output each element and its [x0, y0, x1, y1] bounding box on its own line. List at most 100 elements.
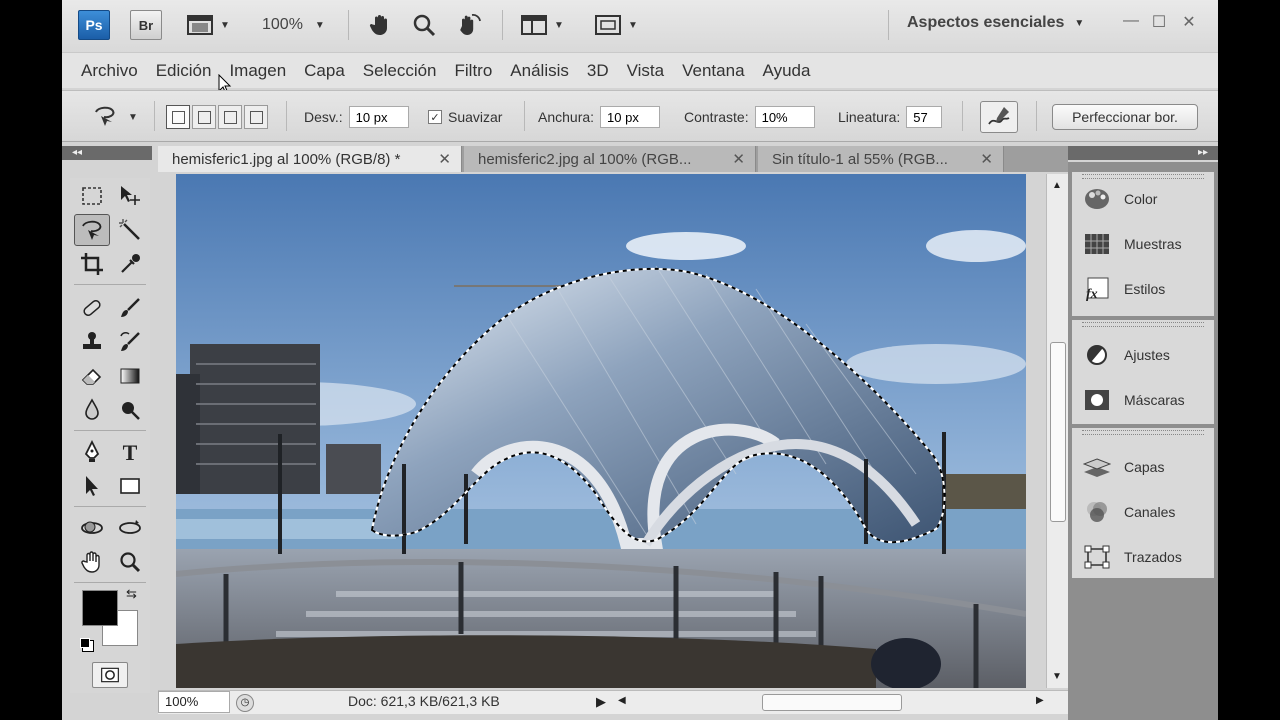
status-zoom-field[interactable]: 100% — [158, 691, 230, 713]
magnetic-lasso-tool[interactable] — [74, 214, 110, 246]
scrollbar-thumb[interactable] — [1050, 342, 1066, 522]
blur-tool[interactable] — [74, 394, 110, 426]
hand-tool-button[interactable] — [368, 12, 392, 38]
crop-tool[interactable] — [74, 248, 110, 280]
type-tool[interactable]: T — [112, 436, 148, 468]
document-canvas[interactable] — [176, 174, 1026, 688]
screen-mode-button[interactable]: ▼ — [594, 12, 638, 38]
width-label: Anchura: — [538, 109, 595, 125]
menu-capa[interactable]: Capa — [295, 53, 354, 89]
frequency-input[interactable] — [906, 106, 943, 128]
healing-brush-tool[interactable] — [74, 292, 110, 324]
feather-input[interactable] — [348, 106, 409, 128]
tab-sin-titulo-1[interactable]: Sin título-1 al 55% (RGB... ✕ — [758, 146, 1004, 172]
tablet-pressure-button[interactable] — [980, 101, 1018, 133]
panel-swatches[interactable]: Muestras — [1082, 229, 1182, 259]
marquee-tool[interactable] — [74, 180, 110, 212]
panel-label: Muestras — [1124, 236, 1182, 252]
menu-vista[interactable]: Vista — [618, 53, 674, 89]
tab-hemisferic2[interactable]: hemisferic2.jpg al 100% (RGB... ✕ — [464, 146, 756, 172]
status-bar: 100% ◷ Doc: 621,3 KB/621,3 KB ▶ ◀ ▶ — [158, 690, 1068, 714]
panel-collapse-bar[interactable]: ▸▸ — [1068, 146, 1218, 160]
arrange-documents-button[interactable]: ▼ — [520, 12, 564, 38]
adjustments-icon — [1087, 345, 1107, 365]
menu-filtro[interactable]: Filtro — [446, 53, 502, 89]
panel-layers[interactable]: Capas — [1082, 452, 1164, 482]
refine-edge-button[interactable]: Perfeccionar bor. — [1052, 104, 1198, 130]
menu-3d[interactable]: 3D — [578, 53, 618, 89]
subtract-from-selection-button[interactable] — [218, 105, 242, 129]
clone-stamp-tool[interactable] — [74, 326, 110, 358]
zoom-level-select[interactable]: 100% ▼ — [262, 12, 325, 38]
rectangle-tool[interactable] — [112, 470, 148, 502]
new-selection-button[interactable] — [166, 105, 190, 129]
toolbox-collapse-bar[interactable]: ◂◂ — [62, 146, 152, 160]
eraser-tool[interactable] — [74, 360, 110, 392]
menu-ventana[interactable]: Ventana — [673, 53, 753, 89]
status-options-button[interactable]: ◷ — [236, 694, 254, 712]
eyedropper-tool[interactable] — [112, 248, 148, 280]
maximize-button[interactable]: ☐ — [1146, 12, 1172, 36]
panel-adjustments[interactable]: Ajustes — [1082, 340, 1170, 370]
scroll-down-icon[interactable]: ▼ — [1052, 671, 1062, 682]
panel-channels[interactable]: Canales — [1082, 497, 1175, 527]
menu-ayuda[interactable]: Ayuda — [754, 53, 820, 89]
panel-grip[interactable] — [1082, 430, 1204, 435]
panel-color[interactable]: Color — [1082, 184, 1157, 214]
chevron-down-icon: ▼ — [314, 19, 325, 31]
panel-grip[interactable] — [1082, 174, 1204, 179]
view-extras-button[interactable]: ▼ — [186, 12, 230, 38]
scroll-left-icon[interactable]: ◀ — [618, 695, 626, 706]
horizontal-scrollbar-thumb[interactable] — [762, 694, 902, 711]
path-selection-tool[interactable] — [74, 470, 110, 502]
panel-grip[interactable] — [1082, 322, 1204, 327]
zoom-tool[interactable] — [112, 546, 148, 578]
magic-wand-tool[interactable] — [112, 214, 148, 246]
workspace-switcher[interactable]: Aspectos esenciales ▼ — [907, 14, 1084, 32]
swap-colors-icon[interactable]: ⇆ — [126, 586, 137, 602]
add-to-selection-button[interactable] — [192, 105, 216, 129]
tab-hemisferic1[interactable]: hemisferic1.jpg al 100% (RGB/8) * ✕ — [158, 146, 462, 172]
intersect-selection-button[interactable] — [244, 105, 268, 129]
bridge-button[interactable]: Br — [130, 10, 162, 40]
quick-mask-button[interactable] — [92, 662, 128, 688]
panel-styles[interactable]: fx Estilos — [1082, 274, 1165, 304]
divider — [74, 430, 146, 431]
status-menu-arrow-icon[interactable]: ▶ — [596, 694, 606, 710]
close-icon[interactable]: ✕ — [980, 150, 993, 168]
vertical-scrollbar[interactable]: ▲ ▼ — [1046, 174, 1068, 688]
panel-masks[interactable]: Máscaras — [1082, 385, 1185, 415]
magic-wand-icon — [119, 219, 140, 240]
scroll-right-icon[interactable]: ▶ — [1036, 695, 1044, 706]
menu-archivo[interactable]: Archivo — [72, 53, 147, 89]
default-colors-icon[interactable] — [80, 638, 90, 648]
gradient-tool[interactable] — [112, 360, 148, 392]
menu-seleccion[interactable]: Selección — [354, 53, 446, 89]
contrast-input[interactable] — [754, 106, 815, 128]
magnetic-lasso-icon — [95, 106, 115, 126]
zoom-tool-button[interactable] — [412, 12, 436, 38]
scroll-up-icon[interactable]: ▲ — [1052, 180, 1062, 191]
foreground-color-swatch[interactable] — [82, 590, 118, 626]
history-brush-tool[interactable] — [112, 326, 148, 358]
toolbox: T ⇆ — [70, 178, 150, 693]
menu-edicion[interactable]: Edición — [147, 53, 221, 89]
minimize-button[interactable]: — — [1118, 12, 1144, 36]
pen-tool[interactable] — [74, 436, 110, 468]
divider — [74, 506, 146, 507]
dodge-tool[interactable] — [112, 394, 148, 426]
close-icon[interactable]: ✕ — [438, 150, 451, 168]
3d-rotate-tool[interactable] — [74, 512, 110, 544]
move-tool[interactable] — [112, 180, 148, 212]
close-icon[interactable]: ✕ — [732, 150, 745, 168]
antialias-checkbox[interactable]: ✓ Suavizar — [428, 103, 502, 131]
brush-tool[interactable] — [112, 292, 148, 324]
width-input[interactable] — [600, 106, 661, 128]
menu-analisis[interactable]: Análisis — [501, 53, 578, 89]
close-button[interactable]: ✕ — [1176, 12, 1202, 36]
hand-tool[interactable] — [74, 546, 110, 578]
rotate-view-button[interactable] — [456, 12, 482, 38]
tool-preset-picker[interactable]: ▼ — [92, 103, 138, 131]
3d-orbit-tool[interactable] — [112, 512, 148, 544]
panel-paths[interactable]: Trazados — [1082, 542, 1182, 572]
